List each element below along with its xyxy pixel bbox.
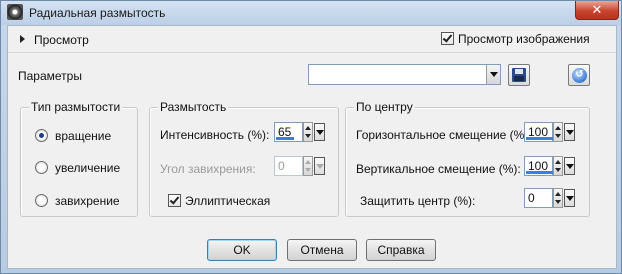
presets-dropdown[interactable] bbox=[308, 64, 501, 85]
spin-up-icon[interactable] bbox=[555, 160, 561, 164]
intensity-spin-buttons[interactable] bbox=[303, 122, 313, 142]
spin-down-icon[interactable] bbox=[555, 134, 561, 138]
spin-down-icon[interactable] bbox=[555, 168, 561, 172]
intensity-label: Интенсивность (%): bbox=[160, 128, 270, 142]
v-offset-stepper[interactable]: 100 bbox=[524, 156, 576, 176]
h-offset-spin-buttons[interactable] bbox=[553, 122, 563, 142]
radio-twirl-label[interactable]: завихрение bbox=[55, 194, 120, 208]
twist-angle-stepper: 0 bbox=[274, 156, 326, 176]
chevron-down-icon[interactable] bbox=[486, 65, 500, 84]
help-button[interactable]: Справка bbox=[366, 239, 436, 261]
elliptical-label[interactable]: Эллиптическая bbox=[185, 194, 270, 208]
blur-group: Размытость Интенсивность (%): 65 Угол за… bbox=[149, 100, 339, 217]
title-bar[interactable]: Радиальная размытость ✕ bbox=[1, 1, 621, 25]
v-offset-spin-buttons[interactable] bbox=[553, 156, 563, 176]
elliptical-checkbox[interactable] bbox=[168, 194, 181, 207]
spin-up-icon[interactable] bbox=[555, 126, 561, 130]
twist-angle-field: 0 bbox=[274, 156, 303, 176]
twist-angle-value: 0 bbox=[278, 159, 285, 173]
center-title: По центру bbox=[354, 100, 415, 114]
checkmark-icon bbox=[169, 194, 180, 205]
radio-rotation[interactable] bbox=[35, 129, 48, 142]
v-offset-level-bar bbox=[526, 171, 553, 174]
spin-up-icon bbox=[305, 160, 311, 164]
radial-blur-icon bbox=[7, 4, 23, 20]
protect-center-label: Защитить центр (%): bbox=[360, 194, 476, 208]
v-offset-field[interactable]: 100 bbox=[524, 156, 553, 176]
intensity-field[interactable]: 65 bbox=[274, 122, 303, 142]
floppy-disk-icon bbox=[512, 68, 526, 82]
radio-rotation-label[interactable]: вращение bbox=[55, 129, 111, 143]
blur-title: Размытость bbox=[158, 100, 229, 114]
dialog-window: Радиальная размытость ✕ Просмотр Просмот… bbox=[0, 0, 622, 274]
reset-button[interactable]: ↺ bbox=[568, 64, 590, 86]
protect-center-stepper[interactable]: 0 bbox=[524, 188, 576, 208]
v-offset-label: Вертикальное смещение (%): bbox=[356, 162, 521, 176]
v-offset-dropdown-button[interactable] bbox=[564, 157, 575, 175]
protect-center-value: 0 bbox=[528, 191, 535, 205]
h-offset-label: Горизонтальное смещение (%): bbox=[356, 128, 532, 142]
presets-label: Параметры bbox=[18, 69, 82, 83]
preview-toggle-label[interactable]: Просмотр bbox=[34, 33, 89, 47]
preview-bar: Просмотр Просмотр изображения bbox=[8, 26, 616, 53]
dialog-body: Просмотр Просмотр изображения Параметры … bbox=[7, 25, 617, 269]
checkmark-icon bbox=[442, 32, 453, 43]
window-title: Радиальная размытость bbox=[29, 6, 166, 20]
h-offset-dropdown-button[interactable] bbox=[564, 123, 575, 141]
h-offset-field[interactable]: 100 bbox=[524, 122, 553, 142]
protect-dropdown-button[interactable] bbox=[564, 189, 575, 207]
radio-twirl[interactable] bbox=[35, 194, 48, 207]
spin-down-icon[interactable] bbox=[555, 200, 561, 204]
ok-button[interactable]: OK bbox=[207, 239, 277, 261]
intensity-level-bar bbox=[276, 137, 294, 140]
blur-type-group: Тип размытости вращение увеличение завих… bbox=[20, 100, 138, 217]
intensity-stepper[interactable]: 65 bbox=[274, 122, 326, 142]
protect-spin-buttons[interactable] bbox=[553, 188, 563, 208]
radio-zoom-label[interactable]: увеличение bbox=[55, 161, 120, 175]
blur-type-title: Тип размытости bbox=[29, 100, 123, 114]
h-offset-level-bar bbox=[526, 137, 553, 140]
center-group: По центру Горизонтальное смещение (%): 1… bbox=[345, 100, 590, 217]
h-offset-stepper[interactable]: 100 bbox=[524, 122, 576, 142]
expand-triangle-icon[interactable] bbox=[20, 35, 25, 43]
close-button[interactable]: ✕ bbox=[575, 1, 619, 20]
twist-angle-label: Угол завихрения: bbox=[160, 162, 256, 176]
twist-dropdown-button bbox=[314, 157, 325, 175]
twist-spin-buttons bbox=[303, 156, 313, 176]
spin-down-icon bbox=[305, 168, 311, 172]
radio-zoom[interactable] bbox=[35, 161, 48, 174]
reset-icon: ↺ bbox=[572, 68, 587, 83]
spin-down-icon[interactable] bbox=[305, 134, 311, 138]
preview-image-label: Просмотр изображения bbox=[458, 32, 590, 46]
cancel-button[interactable]: Отмена bbox=[287, 239, 357, 261]
save-preset-button[interactable] bbox=[508, 64, 530, 86]
spin-up-icon[interactable] bbox=[555, 192, 561, 196]
intensity-dropdown-button[interactable] bbox=[314, 123, 325, 141]
protect-center-field[interactable]: 0 bbox=[524, 188, 553, 208]
spin-up-icon[interactable] bbox=[305, 126, 311, 130]
preview-image-checkbox[interactable] bbox=[441, 32, 454, 45]
